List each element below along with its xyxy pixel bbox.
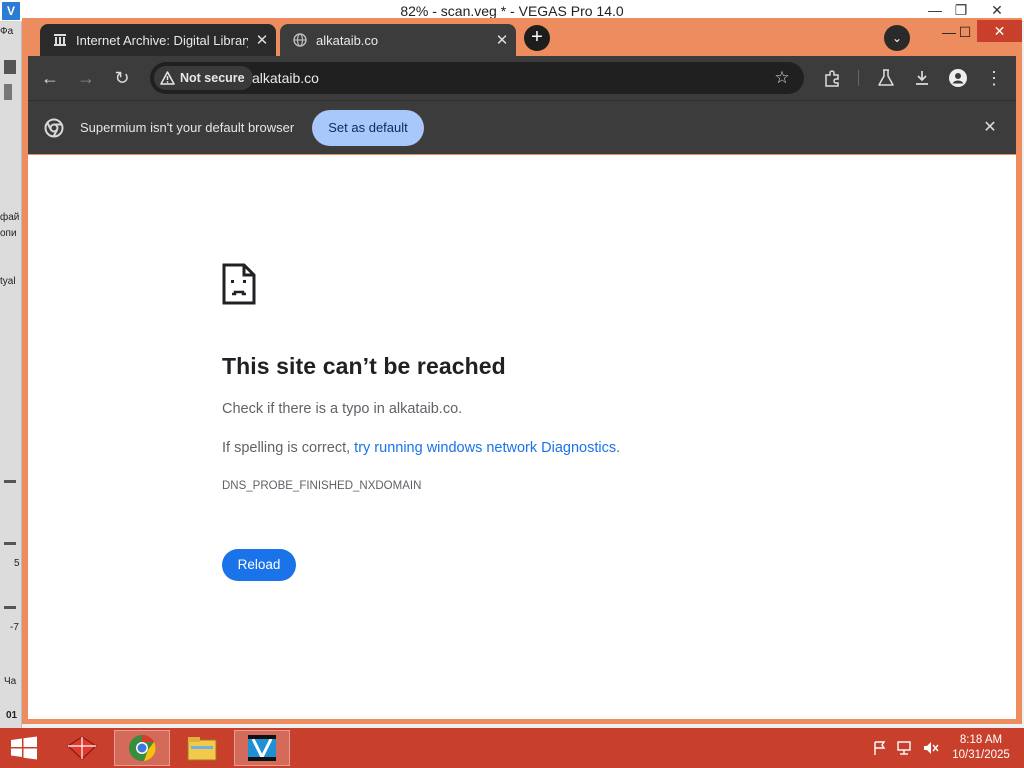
taskbar-file-explorer-icon[interactable] [174,730,230,766]
browser-logo-icon [44,118,64,138]
default-browser-infobar: Supermium isn't your default browser Set… [28,100,1016,154]
maximize-button[interactable]: ☐ [950,22,980,42]
network-icon[interactable] [896,740,914,756]
tab-close-icon[interactable]: ✕ [488,31,516,49]
browser-toolbar: ← → ↻ Not secure alkataib.co ☆ ⋮ [28,56,1016,100]
diagnostics-suffix: . [616,440,621,456]
clock-time: 8:18 AM [959,734,1003,746]
infobar-message: Supermium isn't your default browser [80,120,295,135]
vegas-side-label: опи [0,228,17,239]
vegas-side-label: tyal [0,276,16,287]
error-code: DNS_PROBE_FINISHED_NXDOMAIN [222,480,422,492]
vegas-side-handle[interactable] [4,60,16,74]
diagnostics-hint: If spelling is correct, try running wind… [222,440,620,456]
error-title-text: This site can’t be reached [222,353,506,379]
vegas-restore-button[interactable]: ❐ [946,1,976,19]
reload-button[interactable]: Reload [222,549,296,581]
system-tray [872,740,940,756]
vegas-track-icon [4,606,16,609]
page-content: This site can’t be reached Check if ther… [28,155,1016,719]
taskbar-vegas-icon[interactable] [234,730,290,766]
new-tab-button[interactable]: + [524,25,550,51]
clock-date: 10/31/2025 [952,749,1010,761]
vegas-window-title: 82% - scan.veg * - VEGAS Pro 14.0 [400,3,624,19]
warning-icon [160,71,175,85]
taskbar-clock[interactable]: 8:18 AM 10/31/2025 [946,733,1016,763]
tab-title: Internet Archive: Digital Library [76,32,248,48]
tab-search-button[interactable]: ⌄ [884,25,910,51]
taskbar-chrome-icon[interactable] [114,730,170,766]
not-secure-chip[interactable]: Not secure [154,66,253,90]
vegas-side-grip-icon [4,84,12,100]
vegas-track-icon [4,480,16,483]
forward-button[interactable]: → [72,64,100,92]
tab-strip: Internet Archive: Digital Library ✕ alka… [22,18,1022,56]
profile-avatar-icon[interactable] [944,64,972,92]
diagnostics-prefix: If spelling is correct, [222,440,355,456]
labs-flask-icon[interactable] [872,64,900,92]
vegas-side-label: фай [0,212,20,223]
archive-icon [52,32,68,48]
volume-muted-icon[interactable] [922,740,940,756]
not-secure-label: Not secure [180,71,245,85]
sad-page-icon [222,263,256,305]
action-center-flag-icon[interactable] [872,740,888,756]
back-button[interactable]: ← [36,64,64,92]
toolbar-separator [858,70,859,86]
browser-window: Internet Archive: Digital Library ✕ alka… [22,18,1022,724]
infobar-close-icon[interactable]: ✕ [978,116,1002,140]
windows-start-icon[interactable] [8,736,40,760]
reload-icon-button[interactable]: ↻ [108,64,136,92]
tab-title: alkataib.co [316,32,379,48]
tab-close-icon[interactable]: ✕ [248,31,276,49]
tab-alkataib[interactable]: alkataib.co ✕ [280,24,516,56]
vegas-close-button[interactable]: ✕ [982,1,1012,19]
tab-internet-archive[interactable]: Internet Archive: Digital Library ✕ [40,24,276,56]
extensions-icon[interactable] [818,64,846,92]
close-window-button[interactable]: ✕ [977,20,1022,42]
address-bar[interactable]: Not secure alkataib.co ☆ [150,62,804,94]
globe-icon [292,32,308,48]
error-title: This site can’t be reached [222,353,506,380]
taskbar: 8:18 AM 10/31/2025 [0,728,1024,768]
typo-hint: Check if there is a typo in alkataib.co. [222,401,463,417]
bookmark-star-icon[interactable]: ☆ [770,66,794,90]
vegas-side-label: Фа [0,26,14,37]
url-text[interactable]: alkataib.co [252,70,319,86]
set-as-default-button[interactable]: Set as default [312,110,424,146]
vegas-side-panel: Фа фай опи tyal 5 -7 Ча 01 [0,22,22,728]
download-icon[interactable] [908,64,936,92]
menu-icon[interactable]: ⋮ [980,64,1008,92]
vegas-track-icon [4,542,16,545]
diagnostics-link[interactable]: try running windows network Diagnostics [354,440,616,456]
taskbar-app-red-icon[interactable] [54,730,110,766]
